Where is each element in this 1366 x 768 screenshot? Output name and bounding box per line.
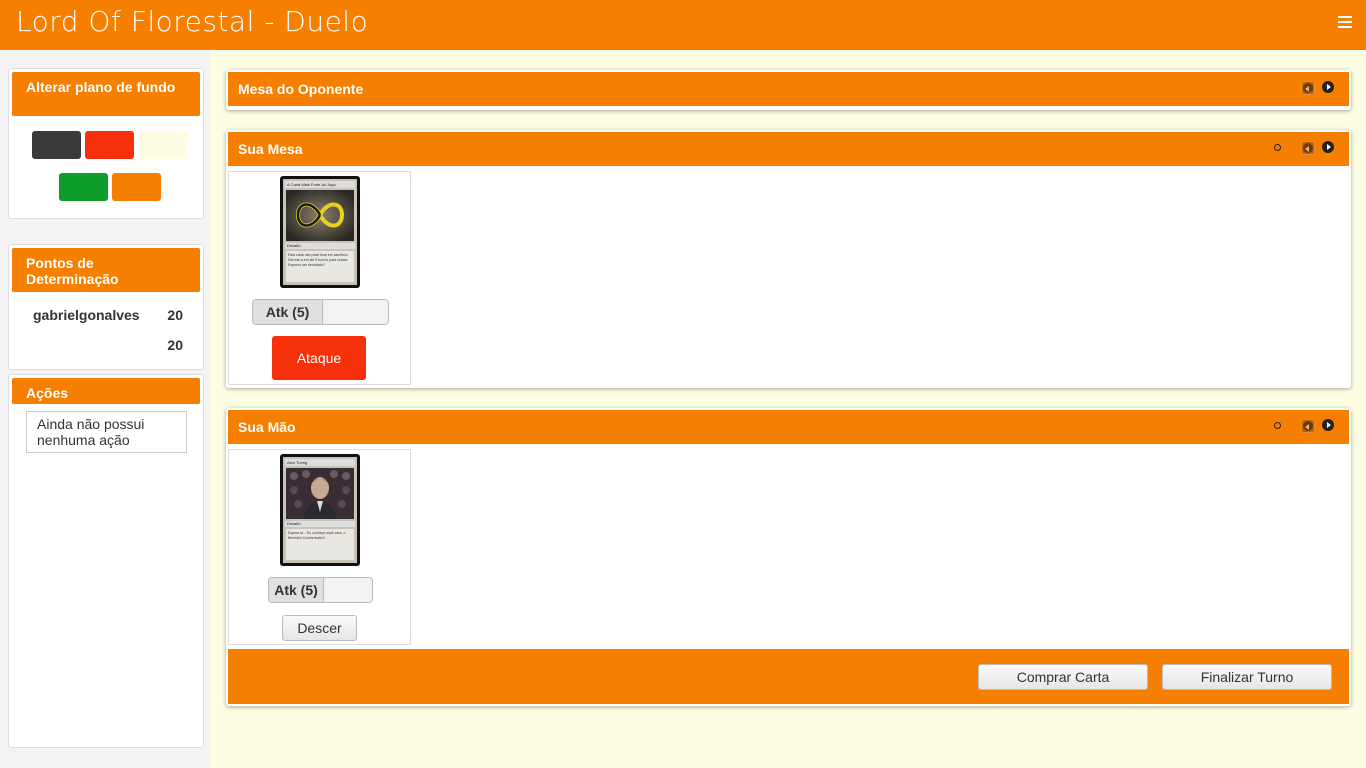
attack-label: Atk (5) <box>253 300 323 324</box>
next-arrow-icon[interactable] <box>1322 141 1334 153</box>
card-type: Desafio <box>285 521 355 527</box>
attack-stat: Atk (5) <box>268 577 373 603</box>
player-name: gabrielgonalves <box>33 307 140 323</box>
next-arrow-icon[interactable] <box>1322 419 1334 431</box>
your-hand-title: Sua Mão <box>238 419 296 435</box>
circle-icon[interactable] <box>1274 422 1281 429</box>
opponent-table-header: Mesa do Oponente <box>228 72 1349 106</box>
prev-arrow-icon[interactable] <box>1301 419 1315 433</box>
opponent-table-title: Mesa do Oponente <box>238 81 364 97</box>
card-name: A Carta Mais Forte do Jogo <box>285 181 355 188</box>
attack-stat: Atk (5) <box>252 299 389 325</box>
points-panel-title: Pontos de Determinação <box>12 248 200 292</box>
swatch-orange[interactable] <box>112 173 161 201</box>
end-turn-button[interactable]: Finalizar Turno <box>1162 664 1332 690</box>
player-points: 20 <box>167 307 183 323</box>
card-name: Alan Turing <box>285 459 355 466</box>
your-table: Sua Mesa A Carta Mais Forte do Jogo Desa… <box>226 130 1351 388</box>
points-panel: Pontos de Determinação gabrielgonalves 2… <box>8 244 204 370</box>
next-arrow-icon[interactable] <box>1322 81 1334 93</box>
actions-panel: Ações Ainda não possui nenhuma ação <box>8 374 204 748</box>
sidebar: Alterar plano de fundo Pontos de Determi… <box>0 50 210 768</box>
player-points: 20 <box>167 337 183 353</box>
infinity-art <box>286 190 354 241</box>
top-bar: Lord Of Florestal - Duelo <box>0 0 1366 50</box>
circle-icon[interactable] <box>1274 144 1281 151</box>
card-text: Espera aí... Eu conheço esse cara, o Ben… <box>286 529 354 560</box>
prev-arrow-icon[interactable] <box>1301 141 1315 155</box>
game-card[interactable]: Alan Turing Desafio Espera aí... Eu conh… <box>280 454 360 566</box>
play-card-button[interactable]: Descer <box>282 615 357 641</box>
background-panel: Alterar plano de fundo <box>8 68 204 219</box>
card-type: Desafio <box>285 243 355 249</box>
your-table-title: Sua Mesa <box>238 141 303 157</box>
draw-card-button[interactable]: Comprar Carta <box>978 664 1148 690</box>
swatch-red[interactable] <box>85 131 134 159</box>
hand-actions-bar: Comprar Carta Finalizar Turno <box>228 649 1349 704</box>
app-title: Lord Of Florestal - Duelo <box>16 5 369 38</box>
opponent-table: Mesa do Oponente <box>226 70 1351 110</box>
your-table-header: Sua Mesa <box>228 132 1349 166</box>
actions-panel-title: Ações <box>12 378 200 404</box>
card-slot: A Carta Mais Forte do Jogo Desafio Esta … <box>228 171 411 385</box>
swatch-cream[interactable] <box>139 131 188 159</box>
hamburger-icon[interactable] <box>1338 16 1352 30</box>
background-panel-title: Alterar plano de fundo <box>12 72 200 116</box>
card-slot: Alan Turing Desafio Espera aí... Eu conh… <box>228 449 411 645</box>
prev-arrow-icon[interactable] <box>1301 81 1315 95</box>
attack-label: Atk (5) <box>269 578 324 602</box>
your-hand: Sua Mão Alan Turing Desafio Espera aí...… <box>226 408 1351 706</box>
game-card[interactable]: A Carta Mais Forte do Jogo Desafio Esta … <box>280 176 360 288</box>
portrait-art <box>286 468 354 519</box>
swatch-green[interactable] <box>59 173 108 201</box>
actions-empty-message: Ainda não possui nenhuma ação <box>26 411 187 453</box>
swatch-dark[interactable] <box>32 131 81 159</box>
card-text: Esta carta não pode ficar em sacrifício.… <box>286 251 354 282</box>
your-hand-header: Sua Mão <box>228 410 1349 444</box>
attack-button[interactable]: Ataque <box>272 336 366 380</box>
